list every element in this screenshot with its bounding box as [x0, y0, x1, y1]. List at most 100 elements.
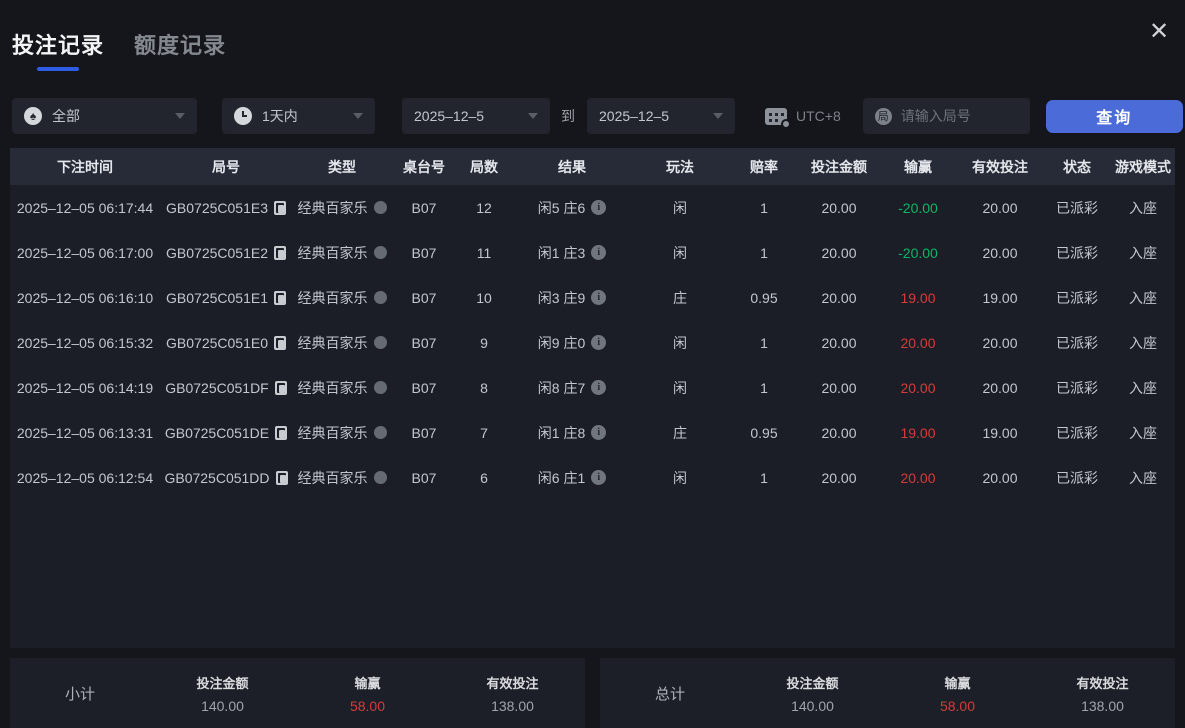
cell-round-id: GB0725C051E0	[160, 335, 292, 351]
table-header: 下注时间 局号 类型 桌台号 局数 结果 玩法 赔率 投注金额 输赢 有效投注 状态 游戏模式	[10, 148, 1175, 185]
date-to-picker[interactable]: 2025–12–5	[587, 98, 735, 134]
subtotal-bet: 投注金额 140.00	[196, 675, 249, 714]
column-header: 有效投注	[972, 158, 1028, 175]
cell-mode: 入座	[1129, 244, 1157, 261]
date-to-value: 2025–12–5	[599, 108, 670, 124]
column-header: 桌台号	[403, 158, 445, 175]
cell-round-id: GB0725C051DE	[160, 425, 292, 441]
cell-mode: 入座	[1129, 424, 1157, 441]
tab-bet-records[interactable]: 投注记录	[12, 28, 104, 71]
info-icon[interactable]: i	[591, 200, 607, 215]
cell-table-no: B07	[411, 199, 437, 216]
column-header: 类型	[328, 158, 356, 175]
close-icon[interactable]: ✕	[1143, 16, 1175, 48]
cell-win: 19.00	[900, 424, 936, 441]
cell-play: 庄	[673, 424, 687, 441]
round-number-field[interactable]: 局	[862, 98, 1030, 134]
spade-icon: ♠	[24, 107, 42, 125]
cell-round-no: 7	[480, 424, 488, 441]
cell-valid-bet: 20.00	[982, 244, 1018, 261]
table-row: 2025–12–05 06:14:19 GB0725C051DF 经典百家乐 B…	[10, 365, 1175, 410]
round-badge-icon: 局	[874, 107, 892, 125]
tab-quota-records[interactable]: 额度记录	[134, 28, 226, 71]
copy-icon[interactable]	[273, 290, 286, 305]
cell-play: 闲	[673, 334, 687, 351]
cell-table-no: B07	[411, 289, 437, 306]
column-header: 状态	[1063, 158, 1091, 175]
cell-mode: 入座	[1129, 334, 1157, 351]
chevron-down-icon	[353, 113, 363, 119]
cell-time: 2025–12–05 06:14:19	[16, 379, 154, 396]
cell-status: 已派彩	[1056, 244, 1098, 261]
cell-play: 闲	[673, 379, 687, 396]
cell-bet-amount: 20.00	[821, 244, 857, 261]
tab-bar: 投注记录 额度记录	[0, 0, 1185, 71]
query-button[interactable]: 查询	[1045, 99, 1183, 133]
cell-odds: 1	[760, 244, 768, 261]
cell-valid-bet: 20.00	[982, 199, 1018, 216]
cell-time: 2025–12–05 06:16:10	[16, 289, 154, 306]
cell-status: 已派彩	[1056, 289, 1098, 306]
copy-icon[interactable]	[274, 380, 287, 395]
tab-bet-records-label: 投注记录	[12, 33, 105, 58]
cell-play: 闲	[673, 244, 687, 261]
cell-win: 20.00	[900, 469, 936, 486]
clock-icon	[234, 107, 252, 125]
table-row: 2025–12–05 06:16:10 GB0725C051E1 经典百家乐 B…	[10, 275, 1175, 320]
column-header: 局号	[212, 158, 240, 175]
copy-icon[interactable]	[275, 470, 288, 485]
chevron-down-icon	[175, 113, 185, 119]
cell-status: 已派彩	[1056, 469, 1098, 486]
cell-bet-amount: 20.00	[821, 334, 857, 351]
info-icon[interactable]: i	[591, 380, 607, 395]
info-icon[interactable]: i	[591, 290, 607, 305]
cell-table-no: B07	[411, 379, 437, 396]
cell-round-no: 10	[476, 289, 492, 306]
date-from-value: 2025–12–5	[414, 108, 485, 124]
cell-bet-amount: 20.00	[821, 424, 857, 441]
cell-win: 19.00	[900, 289, 936, 306]
cell-valid-bet: 20.00	[982, 469, 1018, 486]
info-icon[interactable]: i	[591, 245, 607, 260]
cell-type: 经典百家乐	[292, 423, 392, 443]
cell-odds: 1	[760, 199, 768, 216]
cell-play: 闲	[673, 199, 687, 216]
cell-round-no: 12	[476, 199, 492, 216]
cell-win: -20.00	[898, 244, 938, 261]
cell-bet-amount: 20.00	[821, 289, 857, 306]
cell-round-no: 9	[480, 334, 488, 351]
round-number-input[interactable]	[900, 108, 1016, 124]
time-range-select[interactable]: 1天内	[222, 98, 375, 134]
cell-status: 已派彩	[1056, 379, 1098, 396]
cell-time: 2025–12–05 06:17:00	[16, 244, 154, 261]
cell-time: 2025–12–05 06:17:44	[16, 199, 154, 216]
subtotal-valid: 有效投注 138.00	[486, 675, 539, 714]
cell-odds: 1	[760, 334, 768, 351]
cell-status: 已派彩	[1056, 199, 1098, 216]
info-icon[interactable]: i	[591, 425, 607, 440]
cell-round-id: GB0725C051DF	[160, 380, 292, 396]
copy-icon[interactable]	[273, 335, 286, 350]
cell-round-id: GB0725C051E3	[160, 200, 292, 216]
info-icon[interactable]: i	[591, 335, 607, 350]
cell-round-id: GB0725C051DD	[160, 470, 292, 486]
records-table: 下注时间 局号 类型 桌台号 局数 结果 玩法 赔率 投注金额 输赢 有效投注 状态 游戏模式 2025…	[10, 148, 1175, 648]
calendar-clock-icon	[765, 107, 791, 129]
date-from-picker[interactable]: 2025–12–5	[402, 98, 550, 134]
cell-result: 闲1 庄8 i	[512, 423, 632, 443]
table-row: 2025–12–05 06:17:44 GB0725C051E3 经典百家乐 B…	[10, 185, 1175, 230]
copy-icon[interactable]	[273, 200, 286, 215]
column-header: 结果	[558, 158, 586, 175]
cell-type: 经典百家乐	[292, 198, 392, 218]
copy-icon[interactable]	[275, 425, 288, 440]
info-icon[interactable]: i	[591, 470, 607, 485]
table-row: 2025–12–05 06:12:54 GB0725C051DD 经典百家乐 B…	[10, 455, 1175, 500]
column-header: 局数	[470, 158, 498, 175]
type-dot-icon	[373, 426, 387, 439]
cell-type: 经典百家乐	[292, 468, 392, 488]
game-type-select[interactable]: ♠ 全部	[12, 98, 197, 134]
cell-valid-bet: 19.00	[982, 289, 1018, 306]
copy-icon[interactable]	[273, 245, 286, 260]
cell-mode: 入座	[1129, 199, 1157, 216]
to-label: 到	[561, 108, 575, 124]
